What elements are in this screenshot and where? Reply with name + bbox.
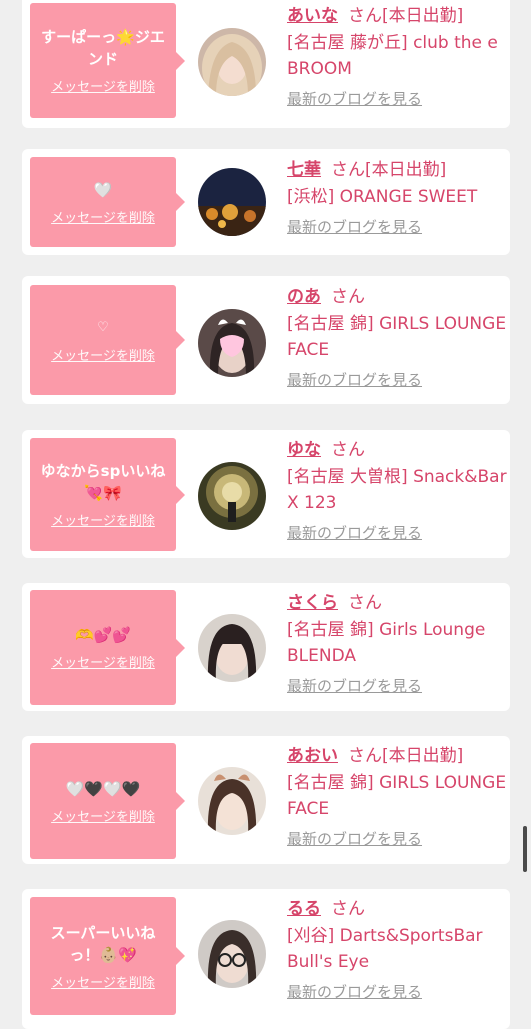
avatar-photo bbox=[198, 767, 266, 835]
message-text: 🤍 bbox=[93, 180, 113, 199]
avatar-photo bbox=[198, 168, 266, 236]
message-card: ♡ メッセージを削除 のあ さん [名古屋 錦] GIRLS LOUNGE FAC… bbox=[22, 276, 510, 404]
store-name: [名古屋 錦] GIRLS LOUNGE FACE bbox=[287, 773, 507, 819]
cast-name-link[interactable]: のあ bbox=[287, 287, 321, 307]
latest-blog-link[interactable]: 最新のブログを見る bbox=[287, 828, 422, 850]
message-bubble: 🤍 メッセージを削除 bbox=[30, 157, 185, 247]
avatar-photo bbox=[198, 920, 266, 988]
store-name: [刈谷] Darts&SportsBar Bull's Eye bbox=[287, 926, 483, 972]
name-line: あおい さん[本日出勤] bbox=[287, 744, 507, 768]
message-text: ♡ bbox=[97, 319, 109, 335]
store-name: [名古屋 藤が丘] club the e BROOM bbox=[287, 33, 498, 79]
card-info: ゆな さん [名古屋 大曽根] Snack&Bar X 123 最新のブログを見る bbox=[287, 438, 507, 544]
delete-message-link[interactable]: メッセージを削除 bbox=[51, 510, 155, 529]
name-line: 七華 さん[本日出勤] bbox=[287, 158, 507, 182]
status-badge: [本日出勤] bbox=[382, 6, 464, 26]
avatar[interactable] bbox=[198, 767, 266, 835]
message-text: 🫶💕💕 bbox=[74, 626, 132, 644]
scrollbar[interactable] bbox=[523, 826, 527, 872]
latest-blog-link[interactable]: 最新のブログを見る bbox=[287, 981, 422, 1003]
card-info: のあ さん [名古屋 錦] GIRLS LOUNGE FACE 最新のブログを見る bbox=[287, 285, 507, 391]
message-bubble: すーぱーっ🌟ジエンド メッセージを削除 bbox=[30, 3, 185, 118]
cast-name-link[interactable]: ゆな bbox=[287, 440, 321, 460]
card-info: さくら さん [名古屋 錦] Girls Lounge BLENDA 最新のブログ… bbox=[287, 591, 507, 697]
message-bubble: ♡ メッセージを削除 bbox=[30, 285, 185, 395]
honorific: さん bbox=[331, 899, 365, 919]
message-bubble: ゆなからspいいね💘🎀 メッセージを削除 bbox=[30, 438, 185, 551]
store-name: [名古屋 大曽根] Snack&Bar X 123 bbox=[287, 467, 507, 513]
message-card: スーパーいいねっ！👶🏼💖 メッセージを削除 るる さん [刈谷] Darts&Sp… bbox=[22, 889, 510, 1029]
avatar[interactable] bbox=[198, 614, 266, 682]
message-card: 🤍 メッセージを削除 七華 さん[本日出勤] [浜松] ORANGE SWEET … bbox=[22, 149, 510, 255]
avatar[interactable] bbox=[198, 462, 266, 530]
name-line: さくら さん bbox=[287, 591, 507, 615]
message-text: ゆなからspいいね💘🎀 bbox=[40, 462, 166, 502]
name-line: あいな さん[本日出勤] bbox=[287, 4, 507, 28]
delete-message-link[interactable]: メッセージを削除 bbox=[51, 345, 155, 364]
latest-blog-link[interactable]: 最新のブログを見る bbox=[287, 88, 422, 110]
message-bubble: 🤍🖤🤍🖤 メッセージを削除 bbox=[30, 743, 185, 859]
avatar-photo bbox=[198, 462, 266, 530]
message-text: すーぱーっ🌟ジエンド bbox=[41, 28, 165, 68]
card-info: あいな さん[本日出勤] [名古屋 藤が丘] club the e BROOM 最… bbox=[287, 4, 507, 110]
honorific: さん bbox=[331, 287, 365, 307]
avatar[interactable] bbox=[198, 28, 266, 96]
store-name: [浜松] ORANGE SWEET bbox=[287, 187, 478, 207]
latest-blog-link[interactable]: 最新のブログを見る bbox=[287, 216, 422, 238]
card-info: あおい さん[本日出勤] [名古屋 錦] GIRLS LOUNGE FACE 最新… bbox=[287, 744, 507, 850]
cast-name-link[interactable]: あおい bbox=[287, 746, 338, 766]
card-info: 七華 さん[本日出勤] [浜松] ORANGE SWEET 最新のブログを見る bbox=[287, 158, 507, 238]
delete-message-link[interactable]: メッセージを削除 bbox=[51, 76, 155, 95]
avatar-photo bbox=[198, 309, 266, 377]
latest-blog-link[interactable]: 最新のブログを見る bbox=[287, 369, 422, 391]
name-line: るる さん bbox=[287, 897, 507, 921]
message-card: すーぱーっ🌟ジエンド メッセージを削除 あいな さん[本日出勤] [名古屋 藤が丘… bbox=[22, 0, 510, 128]
honorific: さん bbox=[348, 593, 382, 613]
avatar[interactable] bbox=[198, 309, 266, 377]
cast-name-link[interactable]: るる bbox=[287, 899, 321, 919]
latest-blog-link[interactable]: 最新のブログを見る bbox=[287, 522, 422, 544]
avatar-photo bbox=[198, 28, 266, 96]
card-info: るる さん [刈谷] Darts&SportsBar Bull's Eye 最新の… bbox=[287, 897, 507, 1003]
name-line: のあ さん bbox=[287, 285, 507, 309]
delete-message-link[interactable]: メッセージを削除 bbox=[51, 972, 155, 991]
cast-name-link[interactable]: あいな bbox=[287, 6, 338, 26]
message-card: 🫶💕💕 メッセージを削除 さくら さん [名古屋 錦] Girls Lounge … bbox=[22, 583, 510, 711]
store-name: [名古屋 錦] Girls Lounge BLENDA bbox=[287, 620, 486, 666]
honorific: さん bbox=[331, 440, 365, 460]
store-name: [名古屋 錦] GIRLS LOUNGE FACE bbox=[287, 314, 507, 360]
message-text: スーパーいいねっ！👶🏼💖 bbox=[50, 923, 156, 964]
latest-blog-link[interactable]: 最新のブログを見る bbox=[287, 675, 422, 697]
cast-name-link[interactable]: さくら bbox=[287, 593, 338, 613]
honorific: さん bbox=[331, 160, 365, 180]
delete-message-link[interactable]: メッセージを削除 bbox=[51, 652, 155, 671]
message-bubble: 🫶💕💕 メッセージを削除 bbox=[30, 590, 185, 705]
avatar[interactable] bbox=[198, 920, 266, 988]
avatar[interactable] bbox=[198, 168, 266, 236]
honorific: さん bbox=[348, 6, 382, 26]
message-bubble: スーパーいいねっ！👶🏼💖 メッセージを削除 bbox=[30, 897, 185, 1015]
status-badge: [本日出勤] bbox=[365, 160, 447, 180]
cast-name-link[interactable]: 七華 bbox=[287, 160, 321, 180]
name-line: ゆな さん bbox=[287, 438, 507, 462]
honorific: さん bbox=[348, 746, 382, 766]
delete-message-link[interactable]: メッセージを削除 bbox=[51, 806, 155, 825]
status-badge: [本日出勤] bbox=[382, 746, 464, 766]
message-card: 🤍🖤🤍🖤 メッセージを削除 あおい さん[本日出勤] [名古屋 錦] GIRLS … bbox=[22, 736, 510, 864]
message-text: 🤍🖤🤍🖤 bbox=[65, 779, 141, 798]
delete-message-link[interactable]: メッセージを削除 bbox=[51, 207, 155, 226]
avatar-photo bbox=[198, 614, 266, 682]
message-card: ゆなからspいいね💘🎀 メッセージを削除 ゆな さん [名古屋 大曽根] Snac… bbox=[22, 430, 510, 558]
